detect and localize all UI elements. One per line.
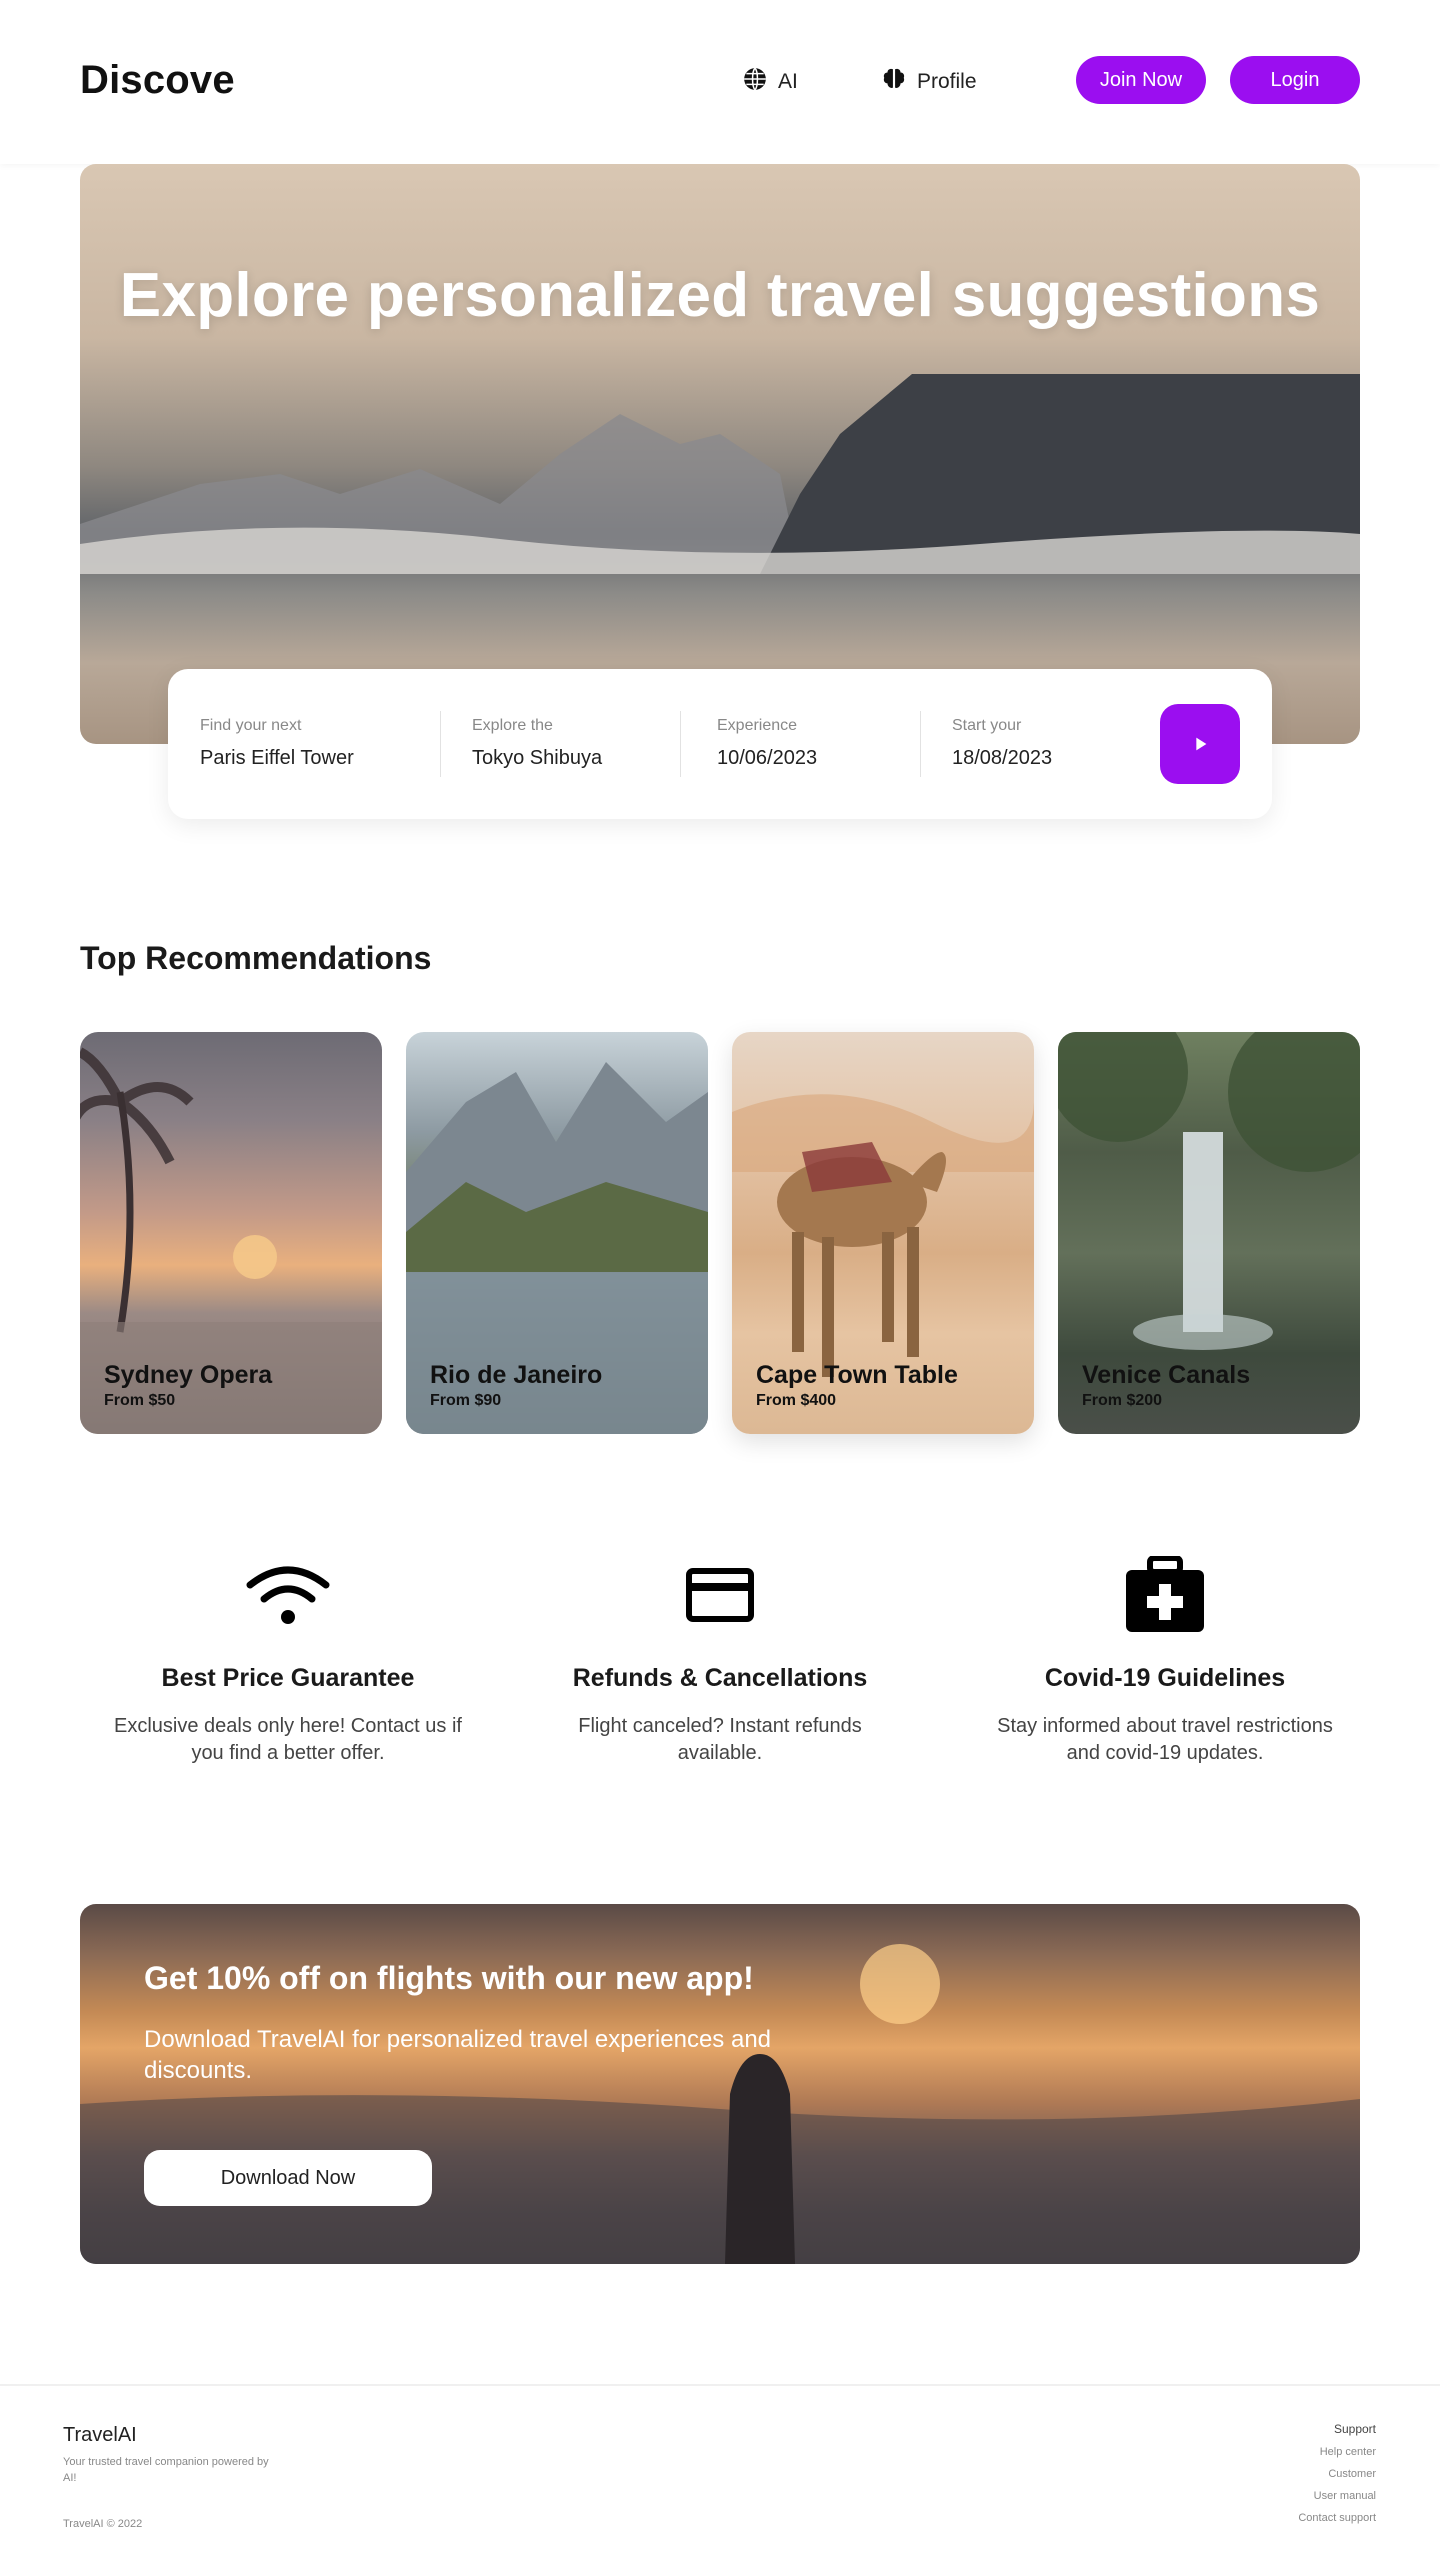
destination-field[interactable]: Find your next Paris Eiffel Tower — [200, 717, 354, 770]
footer-links-heading: Support — [1333, 2422, 1376, 2436]
footer-link-contact-support[interactable]: Contact support — [1298, 2512, 1376, 2524]
card-title: Cape Town Table — [756, 1361, 958, 1389]
wifi-icon — [243, 1550, 333, 1640]
field-label: Find your next — [200, 717, 302, 734]
promo-title: Get 10% off on flights with our new app! — [144, 1960, 754, 1996]
card-title: Sydney Opera — [104, 1361, 273, 1389]
section-title: Top Recommendations — [80, 940, 432, 976]
globe-icon — [742, 66, 768, 98]
divider — [920, 711, 921, 777]
card-price: From $200 — [1082, 1392, 1163, 1409]
search-card: Find your next Paris Eiffel Tower Explor… — [168, 669, 1272, 819]
card-price: From $90 — [430, 1392, 502, 1409]
destination-card-venice[interactable]: Venice Canals From $200 — [1058, 1032, 1360, 1434]
feature-text: Stay informed about travel restrictions … — [997, 1715, 1333, 1764]
hero-banner: Explore personalized travel suggestions — [80, 164, 1360, 744]
search-submit-button[interactable] — [1160, 704, 1240, 784]
field-label: Start your — [952, 717, 1022, 734]
card-price: From $400 — [756, 1392, 837, 1409]
nav-label: Profile — [917, 70, 977, 93]
footer-links: Support Help center Customer User manual… — [1298, 2422, 1376, 2524]
explore-field[interactable]: Explore the Tokyo Shibuya — [472, 717, 602, 770]
promo-subtitle: Download TravelAI for personalized trave… — [144, 2026, 772, 2084]
footer-link-help-center[interactable]: Help center — [1298, 2446, 1376, 2458]
nav-item-profile[interactable]: Profile — [881, 66, 977, 98]
footer-brand: TravelAI — [63, 2424, 137, 2446]
card-price: From $50 — [104, 1392, 176, 1409]
nav-label: AI — [778, 70, 798, 93]
footer-link-user-manual[interactable]: User manual — [1298, 2490, 1376, 2502]
feature-title: Covid-19 Guidelines — [1044, 1664, 1286, 1692]
field-value[interactable]: Paris Eiffel Tower — [200, 747, 354, 770]
field-label: Experience — [717, 717, 798, 734]
feature-title: Refunds & Cancellations — [572, 1664, 868, 1692]
logo[interactable]: Discove — [80, 58, 235, 103]
promo-banner: Get 10% off on flights with our new app!… — [80, 1904, 1360, 2264]
feature-covid: Covid-19 Guidelines Stay informed about … — [955, 1550, 1375, 1767]
start-date-field[interactable]: Start your 18/08/2023 — [952, 717, 1052, 770]
download-now-button[interactable]: Download Now — [144, 2150, 432, 2206]
feature-refunds: Refunds & Cancellations Flight canceled?… — [510, 1550, 930, 1767]
brain-icon — [881, 66, 907, 98]
feature-text: Exclusive deals only here! Contact us if… — [114, 1715, 462, 1764]
join-now-button[interactable]: Join Now — [1076, 56, 1206, 104]
footer-copyright: TravelAI © 2022 — [63, 2518, 143, 2530]
nav-item-ai[interactable]: AI — [742, 66, 798, 98]
play-icon — [1196, 737, 1207, 751]
destination-card-rio[interactable]: Rio de Janeiro From $90 — [406, 1032, 708, 1434]
field-value[interactable]: Tokyo Shibuya — [472, 747, 602, 770]
divider — [440, 711, 441, 777]
site-footer: TravelAI Your trusted travel companion p… — [0, 2384, 1440, 2561]
hero-mountains-image — [80, 374, 1360, 574]
medical-kit-icon — [1120, 1550, 1210, 1640]
field-value[interactable]: 18/08/2023 — [952, 747, 1052, 770]
card-title: Rio de Janeiro — [430, 1361, 603, 1389]
field-label: Explore the — [472, 717, 553, 734]
footer-link-customer[interactable]: Customer — [1298, 2468, 1376, 2480]
card-title: Venice Canals — [1082, 1361, 1251, 1389]
divider — [680, 711, 681, 777]
site-header: Discove AI Profile Join Now Login — [0, 0, 1440, 164]
credit-card-icon — [675, 1550, 765, 1640]
feature-title: Best Price Guarantee — [161, 1664, 415, 1692]
experience-date-field[interactable]: Experience 10/06/2023 — [717, 717, 817, 770]
login-button[interactable]: Login — [1230, 56, 1360, 104]
destination-card-sydney[interactable]: Sydney Opera From $50 — [80, 1032, 382, 1434]
hero-title: Explore personalized travel suggestions — [119, 261, 1321, 330]
footer-tagline: Your trusted travel companion powered by… — [63, 2456, 269, 2484]
field-value[interactable]: 10/06/2023 — [717, 747, 817, 770]
feature-text: Flight canceled? Instant refunds availab… — [578, 1715, 862, 1764]
destination-card-cape-town[interactable]: Cape Town Table From $400 — [732, 1032, 1034, 1434]
feature-best-price: Best Price Guarantee Exclusive deals onl… — [78, 1550, 498, 1767]
